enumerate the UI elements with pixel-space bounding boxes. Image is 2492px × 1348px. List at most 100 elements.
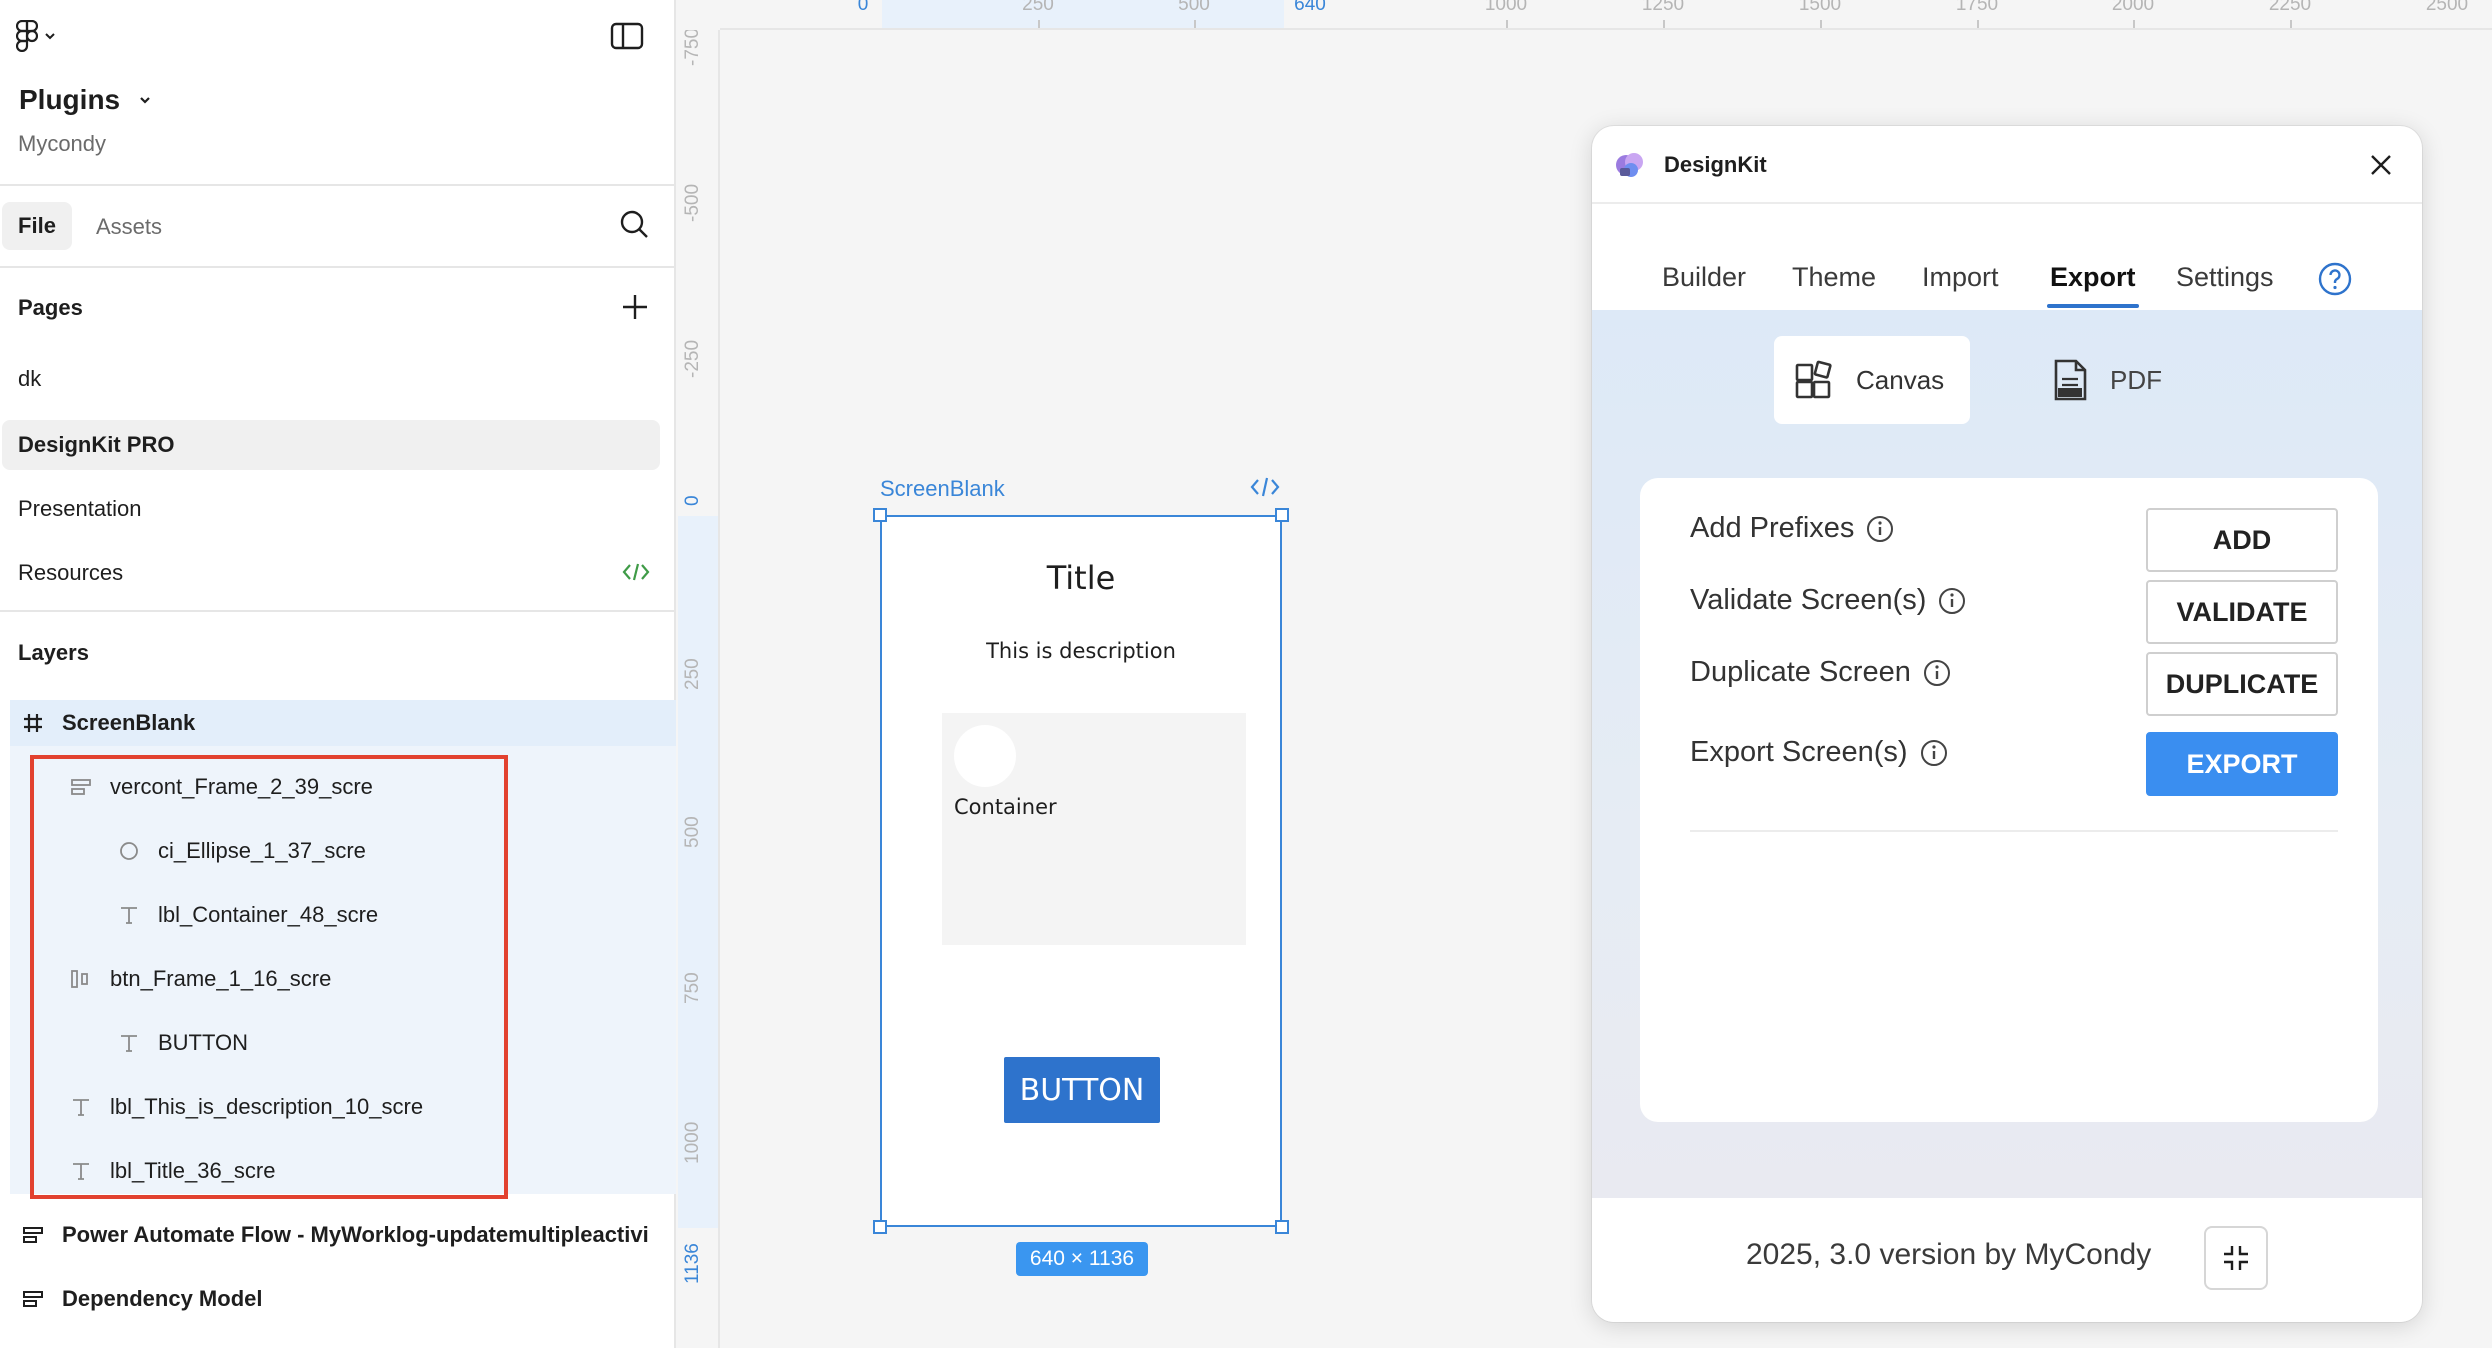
ruler-tick [2133,20,2135,28]
sidebar-toggle-icon[interactable] [610,22,644,50]
segment-canvas[interactable]: Canvas [1774,336,1970,424]
resize-handle[interactable] [873,508,887,522]
divider [1690,830,2338,832]
info-icon[interactable] [1938,587,1966,615]
page-item[interactable]: Presentation [2,484,660,534]
file-title[interactable]: Plugins [19,84,152,116]
ruler-label: 1500 [1798,0,1842,15]
duplicate-button[interactable]: DUPLICATE [2146,652,2338,716]
frame-icon [22,712,44,734]
ruler-label: 640 [1294,0,1326,15]
option-label: Duplicate Screen [1690,656,1911,688]
ruler-label: 250 [682,658,703,690]
chevron-down-icon [45,33,55,40]
tab-assets[interactable]: Assets [96,214,162,240]
search-icon[interactable] [618,208,650,240]
export-button[interactable]: EXPORT [2146,732,2338,796]
figma-logo-icon [16,20,38,52]
ruler-tick [1977,20,1979,28]
close-icon[interactable] [2368,152,2394,178]
option-row-label: Duplicate Screen [1690,656,1951,689]
resize-handle[interactable] [1275,1220,1289,1234]
page-item[interactable]: Resources [2,548,660,598]
page-item[interactable]: dk [2,354,660,404]
option-row-label: Add Prefixes [1690,512,1894,545]
frame-button[interactable]: BUTTON [1004,1057,1160,1123]
designkit-plugin-window: DesignKit Builder Theme Import Export Se… [1592,126,2422,1322]
option-label: Export Screen(s) [1690,736,1908,768]
screen-frame[interactable]: Title This is description Container BUTT… [880,515,1282,1227]
plugin-footer: 2025, 3.0 version by MyCondy [1592,1198,2422,1322]
pdf-file-icon [2054,359,2087,401]
help-icon[interactable] [2318,262,2352,296]
ruler-tick [1038,20,1040,28]
file-title-label: Plugins [19,84,121,115]
layers-heading: Layers [18,640,89,665]
page-item-active[interactable]: DesignKit PRO [2,420,660,470]
minimize-icon [2224,1246,2248,1270]
info-icon[interactable] [1866,515,1894,543]
frame-container[interactable]: Container [942,713,1246,945]
option-row-label: Validate Screen(s) [1690,584,1966,617]
ruler-label: 1750 [1955,0,1999,15]
ruler-label: -750 [682,27,703,66]
ruler-tick [2290,20,2292,28]
vertical-ruler: -750 -500 -250 0 250 500 750 1000 1136 [678,0,720,1348]
ruler-tick [1506,20,1508,28]
version-text: 2025, 3.0 version by MyCondy [1746,1238,2152,1271]
info-icon[interactable] [1923,659,1951,687]
layer-name: Dependency Model [62,1286,263,1311]
ruler-tick [1663,20,1665,28]
frame-container-label[interactable]: Container [954,795,1057,819]
segment-canvas-label: Canvas [1856,364,1945,395]
active-tab-indicator [2047,304,2139,308]
tab-export[interactable]: Export [2050,262,2136,293]
frame-ellipse[interactable] [954,725,1016,787]
ruler-label: 1000 [1484,0,1528,15]
resize-handle[interactable] [1275,508,1289,522]
pages-heading: Pages [18,295,83,320]
ruler-label: 500 [682,816,703,848]
tab-import[interactable]: Import [1922,262,1999,293]
tab-file[interactable]: File [2,202,72,250]
layer-row[interactable]: ScreenBlank [22,703,195,743]
plugin-body: Canvas PDF Add Prefixes ADD Validate Scr… [1592,310,2422,1198]
validate-button[interactable]: VALIDATE [2146,580,2338,644]
segment-pdf[interactable]: PDF [2052,336,2202,424]
code-icon[interactable] [1250,476,1280,498]
main-menu-button[interactable] [16,18,80,54]
ruler-selection-range [882,0,1284,28]
divider [0,266,676,268]
left-sidebar: Plugins Mycondy File Assets Pages dk Des… [0,0,676,1348]
frame-title-text[interactable]: Title [882,559,1280,597]
dev-mode-code-icon [622,563,650,581]
collapse-button[interactable] [2204,1226,2268,1290]
figma-app: Plugins Mycondy File Assets Pages dk Des… [0,0,2492,1348]
ruler-label: 1250 [1641,0,1685,15]
plugin-header: DesignKit [1592,126,2422,204]
layer-row[interactable]: Power Automate Flow - MyWorklog-updatemu… [22,1215,676,1255]
add-page-icon[interactable] [620,292,650,322]
add-prefixes-button[interactable]: ADD [2146,508,2338,572]
ruler-label: -250 [682,339,703,378]
ruler-label: 2500 [2425,0,2469,15]
layer-name: ScreenBlank [62,710,196,735]
vertical-stack-icon [22,1288,44,1310]
tab-theme[interactable]: Theme [1792,262,1876,293]
ruler-label: 2000 [2111,0,2155,15]
tab-settings[interactable]: Settings [2176,262,2274,293]
ruler-label: 250 [1022,0,1054,15]
divider [0,610,676,612]
tab-builder[interactable]: Builder [1662,262,1746,293]
divider [0,184,676,186]
ruler-label: 750 [682,972,703,1004]
resize-handle[interactable] [873,1220,887,1234]
frame-name-label[interactable]: ScreenBlank [880,476,1005,502]
frame-description-text[interactable]: This is description [882,639,1280,663]
layer-row[interactable]: Dependency Model [22,1279,262,1319]
info-icon[interactable] [1920,739,1948,767]
plugin-name: DesignKit [1664,152,1767,177]
frame-size-badge: 640 × 1136 [1016,1242,1148,1276]
ruler-label: -500 [682,183,703,222]
option-label: Add Prefixes [1690,512,1855,544]
